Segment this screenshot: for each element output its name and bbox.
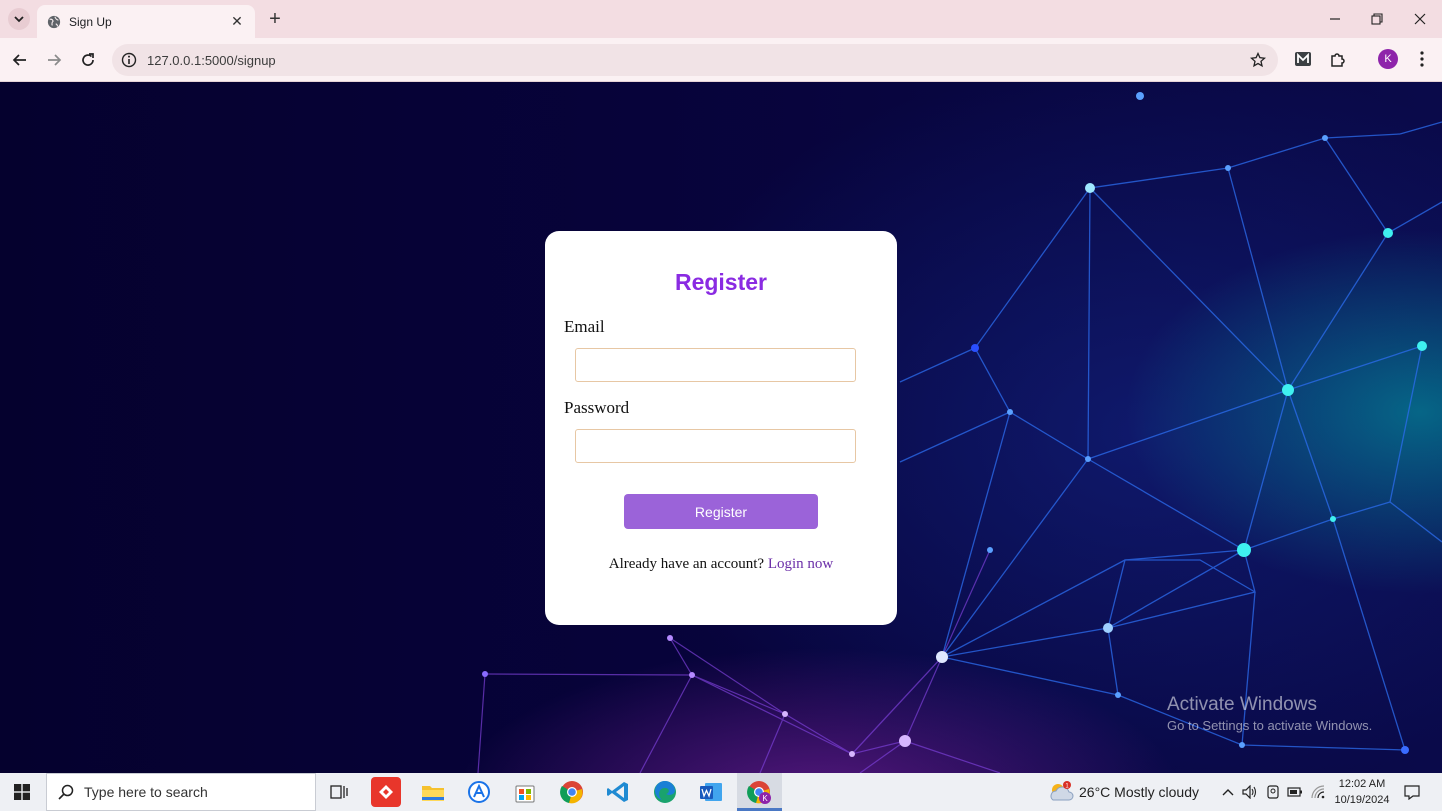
register-button[interactable]: Register	[624, 494, 818, 529]
site-info-icon[interactable]	[121, 52, 137, 68]
password-label: Password	[564, 398, 630, 417]
browser-tab-strip: Sign Up ✕ +	[0, 0, 1442, 38]
profile-avatar[interactable]: K	[1378, 49, 1398, 69]
login-now-link[interactable]: Login now	[768, 556, 833, 572]
activate-windows-subtitle: Go to Settings to activate Windows.	[1167, 718, 1373, 733]
register-card: Register Email Password Register Already…	[545, 231, 897, 625]
back-button[interactable]	[8, 48, 32, 72]
forward-button[interactable]	[42, 48, 66, 72]
app-store-a-icon[interactable]	[464, 777, 494, 807]
url-text: 127.0.0.1:5000/signup	[147, 52, 276, 68]
task-view-icon	[330, 785, 348, 799]
bookmark-star-icon[interactable]	[1250, 52, 1266, 68]
volume-icon[interactable]	[1241, 783, 1259, 801]
address-bar[interactable]: 127.0.0.1:5000/signup	[112, 44, 1278, 76]
close-window-button[interactable]	[1405, 6, 1435, 32]
notifications-icon[interactable]	[1403, 783, 1421, 801]
form-title: Register	[674, 269, 768, 295]
system-clock[interactable]: 12:02 AM 10/19/2024	[1330, 776, 1394, 808]
close-tab-icon[interactable]: ✕	[229, 13, 245, 30]
more-menu-icon[interactable]	[1412, 49, 1432, 69]
wifi-icon[interactable]	[1309, 783, 1327, 801]
edge-app-icon[interactable]	[650, 777, 680, 807]
start-button[interactable]	[0, 773, 44, 811]
weather-text[interactable]: 26°C Mostly cloudy	[1079, 784, 1199, 800]
password-field[interactable]	[575, 429, 856, 463]
chevron-down-icon	[14, 16, 24, 23]
clock-date: 10/19/2024	[1334, 794, 1390, 806]
meet-now-icon[interactable]	[1264, 783, 1282, 801]
chrome-profile-app-icon[interactable]: K	[744, 777, 774, 807]
reload-icon	[82, 53, 94, 66]
windows-taskbar: Type here to search K 1 26°C Mostly clou…	[0, 773, 1442, 811]
page-background: Register Email Password Register Already…	[0, 82, 1442, 773]
extensions-puzzle-icon[interactable]	[1328, 49, 1348, 69]
extension-m-icon[interactable]	[1293, 49, 1313, 69]
restore-button[interactable]	[1362, 6, 1392, 32]
search-icon	[58, 784, 74, 800]
browser-toolbar: 127.0.0.1:5000/signup K	[0, 38, 1442, 82]
restore-icon	[1371, 13, 1383, 25]
close-icon	[1414, 13, 1426, 25]
vscode-app-icon[interactable]	[603, 777, 633, 807]
word-app-icon[interactable]	[696, 777, 726, 807]
chrome-app-icon[interactable]	[557, 777, 587, 807]
tab-title: Sign Up	[69, 14, 112, 29]
activate-windows-title: Activate Windows	[1167, 694, 1317, 715]
anydesk-app-icon[interactable]	[371, 777, 401, 807]
tab-search-button[interactable]	[8, 8, 30, 30]
taskbar-search-input[interactable]: Type here to search	[46, 773, 316, 811]
email-label: Email	[564, 317, 605, 336]
login-prompt-text: Already have an account?	[608, 556, 765, 572]
search-placeholder: Type here to search	[84, 784, 208, 800]
battery-icon[interactable]	[1286, 783, 1304, 801]
forward-arrow-icon	[48, 54, 62, 66]
microsoft-store-icon[interactable]	[510, 777, 540, 807]
minimize-button[interactable]	[1320, 6, 1350, 32]
tab-sign-up[interactable]: Sign Up ✕	[37, 5, 255, 38]
windows-logo-icon	[14, 784, 30, 800]
minimize-icon	[1330, 18, 1340, 20]
globe-icon	[47, 15, 61, 28]
back-arrow-icon	[12, 54, 26, 66]
reload-button[interactable]	[76, 48, 100, 72]
new-tab-button[interactable]: +	[264, 8, 286, 30]
clock-time: 12:02 AM	[1338, 778, 1386, 790]
chrome-profile-badge: K	[762, 794, 768, 803]
email-field[interactable]	[575, 348, 856, 382]
task-view-button[interactable]	[324, 773, 354, 811]
file-explorer-icon[interactable]	[418, 777, 448, 807]
login-prompt-line: Already have an account? Login now	[545, 556, 897, 573]
activate-windows-watermark: Activate Windows Go to Settings to activ…	[1167, 694, 1372, 733]
weather-widget-icon[interactable]: 1	[1046, 773, 1076, 811]
show-hidden-icons-button[interactable]	[1219, 783, 1237, 801]
